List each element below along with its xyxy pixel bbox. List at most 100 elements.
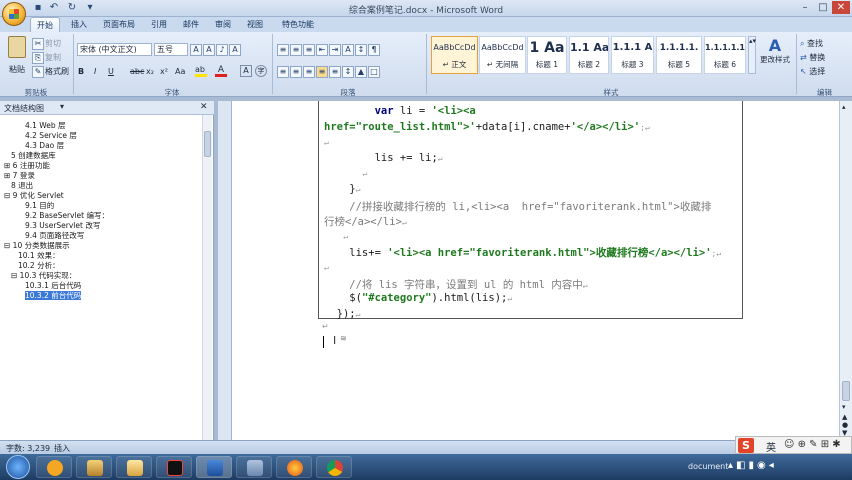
maximize-icon[interactable]: □ xyxy=(814,1,832,14)
align-buttons[interactable]: ≡ ≡ ≡ ≡ ≡ ↕ ▲ □ xyxy=(277,65,381,78)
tree-item[interactable]: 5 创建数据库 xyxy=(4,151,200,161)
italic-button[interactable]: I xyxy=(94,65,96,78)
undo-icon[interactable]: ↶ xyxy=(48,2,60,14)
replace-button[interactable]: ⇄ 替换 xyxy=(800,51,825,64)
prev-page-icon[interactable]: ▲ xyxy=(842,413,847,421)
style-heading-6[interactable]: 1.1.1.1.1 标题 6 xyxy=(704,36,746,74)
tab-home[interactable]: 开始 xyxy=(30,17,60,32)
tree-item[interactable]: 9.4 页面路径改写 xyxy=(4,231,200,241)
close-icon[interactable]: ✕ xyxy=(832,1,850,14)
tree-item[interactable]: 10.1 效果： xyxy=(4,251,200,261)
format-painter-button[interactable]: ✎ 格式刷 xyxy=(32,65,69,78)
style-no-spacing[interactable]: AaBbCcDd ↵ 无间隔 xyxy=(479,36,526,74)
sogou-icon[interactable]: S xyxy=(738,438,754,453)
taskbar-intellij[interactable] xyxy=(156,456,192,478)
editing-group-label: 编辑 xyxy=(817,88,832,97)
font-name-select[interactable]: 宋体 (中文正文) xyxy=(77,43,152,56)
taskbar-app[interactable] xyxy=(236,456,272,478)
tree-item[interactable]: 10.3.1 后台代码 xyxy=(4,281,200,291)
superscript-button[interactable]: x² xyxy=(160,65,168,78)
subscript-button[interactable]: x₂ xyxy=(146,65,154,78)
tree-item[interactable]: ⊟ 10 分类数据展示 xyxy=(4,241,200,251)
styles-scroll-icon[interactable]: ▴▾ xyxy=(748,36,756,74)
style-heading-1[interactable]: 1 Aa 标题 1 xyxy=(527,36,567,74)
office-button[interactable] xyxy=(2,2,26,26)
tree-item[interactable]: 9.3 UserServlet 改写 xyxy=(4,221,200,231)
change-styles-button[interactable]: A 更改样式 xyxy=(759,36,791,80)
tree-item[interactable]: 4.1 Web 层 xyxy=(4,121,200,131)
insert-mode[interactable]: 插入 xyxy=(54,443,70,454)
taskbar-word[interactable] xyxy=(196,456,232,478)
tab-special[interactable]: 特色功能 xyxy=(276,17,320,32)
select-button[interactable]: ↖ 选择 xyxy=(800,65,825,78)
pane-close-icon[interactable]: ✕ xyxy=(200,102,208,112)
find-button[interactable]: ⌕ 查找 xyxy=(800,37,823,50)
browse-object-icon[interactable]: ● xyxy=(842,421,848,429)
tree-item-label: 8 退出 xyxy=(11,181,34,190)
tree-item[interactable]: ⊟ 10.3 代码实现： xyxy=(4,271,200,281)
style-heading-5[interactable]: 1.1.1.1. 标题 5 xyxy=(656,36,702,74)
chinese-layout-icon: A xyxy=(342,44,354,56)
document-scrollbar[interactable]: ▴ ▾ ▲ ● ▼ xyxy=(839,101,852,440)
tray-icons[interactable]: ▴◧▮◉◂ xyxy=(728,460,777,471)
underline-button[interactable]: U xyxy=(108,65,114,78)
change-case-button[interactable]: Aa xyxy=(175,65,185,78)
tree-item[interactable]: 8 退出 xyxy=(4,181,200,191)
tab-references[interactable]: 引用 xyxy=(146,17,172,32)
tab-review[interactable]: 审阅 xyxy=(210,17,236,32)
taskbar-firefox[interactable] xyxy=(276,456,312,478)
cut-button[interactable]: ✂ 剪切 xyxy=(32,37,61,50)
redo-icon[interactable]: ↻ xyxy=(66,2,78,14)
word-count[interactable]: 字数: 3,239 xyxy=(6,443,50,454)
tab-mailings[interactable]: 邮件 xyxy=(178,17,204,32)
ime-tools-icons[interactable]: ☺ ⊕ ✎ ⊞ ✱ xyxy=(784,439,841,450)
taskbar-chrome[interactable] xyxy=(316,456,352,478)
enclose-char-icon[interactable]: 字 xyxy=(255,65,267,77)
char-shading-icon[interactable]: A xyxy=(240,65,252,77)
grow-font-icon[interactable]: A A ♪ A xyxy=(190,43,242,56)
save-icon[interactable]: ▪ xyxy=(32,2,44,14)
tree-item[interactable]: ⊞ 6 注册功能 xyxy=(4,161,200,171)
bold-button[interactable]: B xyxy=(78,65,84,78)
pane-scroll-thumb[interactable] xyxy=(204,131,211,157)
taskbar-explorer[interactable] xyxy=(116,456,152,478)
tree-item[interactable]: 10.2 分析： xyxy=(4,261,200,271)
strikethrough-button[interactable]: abc xyxy=(130,65,144,78)
pane-dropdown-icon[interactable]: ▾ xyxy=(60,102,64,111)
tab-view[interactable]: 视图 xyxy=(242,17,268,32)
scroll-up-icon[interactable]: ▴ xyxy=(842,103,846,111)
code-block[interactable]: var li = '<li><a href="route_list.html">'… xyxy=(318,101,743,320)
code-token: ;↵ xyxy=(711,249,722,259)
scroll-down-icon[interactable]: ▾ xyxy=(842,403,846,411)
decrease-indent-icon: ⇤ xyxy=(316,44,328,56)
copy-button[interactable]: ⎘ 复制 xyxy=(32,51,61,64)
tree-item[interactable]: ⊞ 7 登录 xyxy=(4,171,200,181)
minimize-icon[interactable]: – xyxy=(796,1,814,14)
tree-item[interactable]: 9.1 目的 xyxy=(4,201,200,211)
start-button[interactable] xyxy=(6,455,30,479)
tree-item[interactable]: 10.3.2 前台代码 xyxy=(4,291,200,301)
tab-insert[interactable]: 插入 xyxy=(66,17,92,32)
tree-item-label: ⊞ 7 登录 xyxy=(4,171,35,180)
taskbar-tool[interactable] xyxy=(76,456,112,478)
tree-item[interactable]: 4.3 Dao 层 xyxy=(4,141,200,151)
taskbar-ie[interactable] xyxy=(36,456,72,478)
document-scroll-thumb[interactable] xyxy=(842,381,850,401)
tree-item-label: ⊟ 10.3 代码实现： xyxy=(11,271,77,280)
tree-item[interactable]: ⊟ 9 优化 Servlet xyxy=(4,191,200,201)
paste-button[interactable]: 粘贴 xyxy=(6,36,28,80)
tree-item[interactable]: 4.2 Service 层 xyxy=(4,131,200,141)
ime-language[interactable]: 英 xyxy=(766,439,776,454)
highlight-icon[interactable]: ab xyxy=(195,65,207,77)
tree-item[interactable]: 9.2 BaseServlet 编写： xyxy=(4,211,200,221)
style-heading-2[interactable]: 1.1 Aa 标题 2 xyxy=(569,36,609,74)
style-normal[interactable]: AaBbCcDd ↵ 正文 xyxy=(431,36,478,74)
customize-qat-icon[interactable]: ▾ xyxy=(84,2,96,14)
copy-icon: ⎘ xyxy=(32,52,44,64)
list-buttons[interactable]: ≡ ≡ ≡ ⇤ ⇥ A ↕ ¶ xyxy=(277,43,381,56)
font-size-select[interactable]: 五号 xyxy=(154,43,188,56)
style-heading-3[interactable]: 1.1.1 A 标题 3 xyxy=(611,36,654,74)
font-color-icon[interactable]: A xyxy=(215,65,227,77)
tab-page-layout[interactable]: 页面布局 xyxy=(98,17,140,32)
pane-scrollbar[interactable] xyxy=(202,115,212,440)
